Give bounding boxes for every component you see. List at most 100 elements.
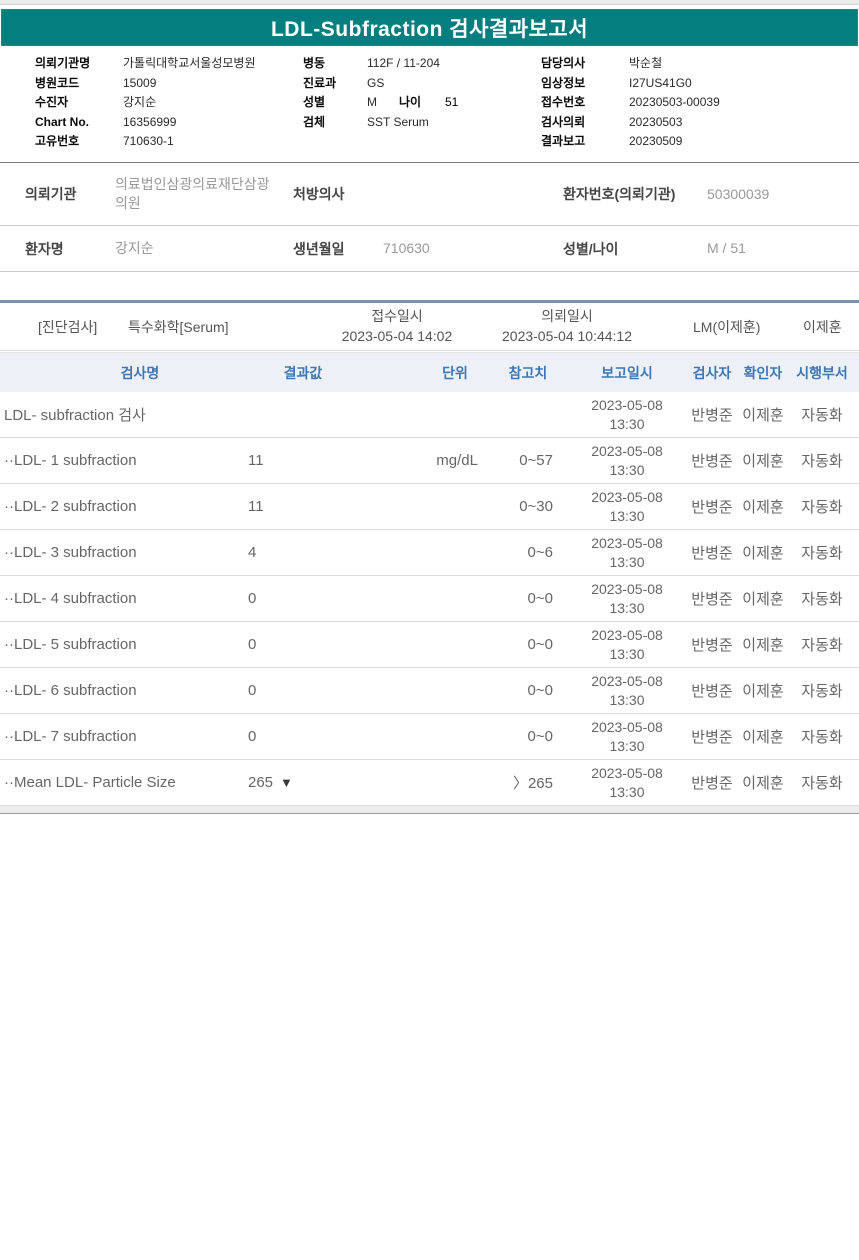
col-reference: 참고치: [508, 365, 548, 381]
table-row: LDL- subfraction 검사 2023-05-08 13:30 반병준…: [0, 392, 859, 438]
test-name-cell: ··LDL- 7 subfraction: [4, 728, 137, 745]
info-label: 의뢰기관명: [35, 56, 91, 70]
confirmer-cell: 이제훈: [742, 683, 784, 700]
result-value: 11: [248, 452, 264, 469]
confirmer-cell: 이제훈: [742, 775, 784, 792]
report-time: 13:30: [609, 507, 645, 524]
info-label: 진료과: [303, 75, 337, 90]
reference-cell: 0~6: [527, 544, 553, 561]
info-row: 검사의뢰 20230503: [541, 113, 851, 133]
report-date: 2023-05-08: [591, 443, 663, 460]
result-cell: 265 ▼: [248, 760, 293, 805]
test-name-cell: ··LDL- 6 subfraction: [4, 682, 137, 699]
patient-row: 환자명 강지순 생년월일 710630 성별/나이 M / 51: [0, 226, 859, 272]
col-result: 결과값: [283, 365, 323, 381]
reference-cell: [468, 392, 553, 437]
info-row: 의뢰기관명 가톨릭대학교서울성모병원: [35, 54, 300, 74]
referral-row: 의뢰기관 의료법인삼광의료재단삼광의원 처방의사 환자번호(의뢰기관) 5030…: [0, 163, 859, 226]
tester-cell: 반병준: [691, 591, 733, 608]
result-value: 11: [248, 498, 264, 515]
tester-cell: 반병준: [691, 683, 733, 700]
report-datetime-cell: 2023-05-08 13:30: [577, 438, 677, 483]
test-name-cell: ··Mean LDL- Particle Size: [4, 774, 176, 791]
report-title: LDL-Subfraction 검사결과보고서: [270, 17, 589, 41]
tester-cell: 반병준: [691, 729, 733, 746]
result-value: 0: [248, 590, 257, 607]
result-value: 0: [248, 728, 257, 745]
received-label: 접수일시: [371, 307, 423, 324]
info-value: 20230503: [629, 114, 683, 129]
department-cell: 자동화: [801, 545, 843, 562]
report-date: 2023-05-08: [591, 397, 663, 414]
info-row: 접수번호 20230503-00039: [541, 93, 851, 113]
reference-cell: 0~0: [527, 728, 553, 745]
department-cell: 자동화: [801, 499, 843, 516]
department-cell: 자동화: [801, 407, 843, 424]
table-row: ··LDL- 6 subfraction 0 0~0 2023-05-08 13…: [0, 668, 859, 714]
report-date: 2023-05-08: [591, 489, 663, 506]
info-row: 담당의사 박순철: [541, 54, 851, 74]
info-value: 16356999: [123, 114, 177, 129]
info-label: 담당의사: [541, 56, 586, 70]
result-cell: [248, 392, 255, 437]
table-row: ··LDL- 3 subfraction 4 0~6 2023-05-08 13…: [0, 530, 859, 576]
info-row: 병동 112F / 11-204: [303, 54, 538, 74]
report-datetime-cell: 2023-05-08 13:30: [577, 714, 677, 759]
reference-cell: 0~57: [519, 452, 553, 469]
results-table-header: 검사명 결과값 단위 참고치 보고일시 검사자 확인자 시행부서: [0, 352, 859, 392]
patient-no-label: 환자번호(의뢰기관): [563, 186, 676, 202]
reference-cell: 〉265: [512, 775, 553, 792]
info-value: SST Serum: [367, 114, 429, 129]
report-date: 2023-05-08: [591, 581, 663, 598]
department-cell: 자동화: [801, 453, 843, 470]
confirmer-cell: 이제훈: [742, 407, 784, 424]
report-time: 13:30: [609, 691, 645, 708]
down-arrow-icon: ▼: [280, 775, 293, 790]
reference-cell: 0~0: [527, 590, 553, 607]
tester-cell: 반병준: [691, 407, 733, 424]
table-bottom-bar: [0, 806, 859, 814]
report-datetime-cell: 2023-05-08 13:30: [577, 392, 677, 437]
tester-cell: 반병준: [691, 637, 733, 654]
order-confirmer: 이제훈: [803, 318, 842, 335]
report-datetime-cell: 2023-05-08 13:30: [577, 576, 677, 621]
confirmer-cell: 이제훈: [742, 637, 784, 654]
info-value: 가톨릭대학교서울성모병원: [123, 56, 256, 70]
confirmer-cell: 이제훈: [742, 499, 784, 516]
confirmer-cell: 이제훈: [742, 453, 784, 470]
tester-cell: 반병준: [691, 499, 733, 516]
test-name-cell: ··LDL- 2 subfraction: [4, 498, 137, 515]
birthdate-value: 710630: [383, 240, 430, 257]
info-value: 710630-1: [123, 134, 174, 148]
table-row: ··LDL- 1 subfraction 11 mg/dL 0~57 2023-…: [0, 438, 859, 484]
col-tester: 검사자: [692, 365, 732, 381]
received-value: 2023-05-04 14:02: [341, 327, 453, 344]
col-department: 시행부서: [796, 365, 848, 381]
report-date: 2023-05-08: [591, 535, 663, 552]
received-datetime: 접수일시 2023-05-04 14:02: [322, 303, 472, 350]
report-date: 2023-05-08: [591, 627, 663, 644]
info-row: Chart No. 16356999: [35, 113, 300, 133]
tester-cell: 반병준: [691, 545, 733, 562]
test-name-cell: ··LDL- 3 subfraction: [4, 544, 137, 561]
info-row: 검체 SST Serum: [303, 113, 538, 133]
info-value: 20230503-00039: [629, 95, 720, 109]
table-row: ··Mean LDL- Particle Size 265 ▼ 〉265 202…: [0, 760, 859, 806]
info-label: 수진자: [35, 95, 69, 109]
order-test-group: 특수화학[Serum]: [128, 318, 229, 335]
referral-org-label: 의뢰기관: [25, 186, 77, 202]
sex-age-value: M / 51: [707, 240, 746, 257]
result-cell: 4: [248, 530, 263, 575]
info-label: 결과보고: [541, 134, 586, 148]
test-name-cell: ··LDL- 5 subfraction: [4, 636, 137, 653]
order-info-bar: [진단검사] 특수화학[Serum] 접수일시 2023-05-04 14:02…: [0, 300, 859, 351]
table-row: ··LDL- 5 subfraction 0 0~0 2023-05-08 13…: [0, 622, 859, 668]
sex-age-label: 성별/나이: [563, 240, 619, 257]
patient-header-group-middle: 병동 112F / 11-204 진료과 GS 성별 M 나이 51 검체 SS…: [303, 54, 538, 132]
info-value: GS: [367, 75, 385, 90]
patient-header-grid: 의뢰기관명 가톨릭대학교서울성모병원 병원코드 15009 수진자 강지순 Ch…: [0, 54, 859, 159]
referral-org-value: 의료법인삼광의료재단삼광의원: [115, 176, 270, 211]
col-test-name: 검사명: [120, 365, 160, 381]
report-date: 2023-05-08: [591, 765, 663, 782]
report-page: LDL-Subfraction 검사결과보고서 의뢰기관명 가톨릭대학교서울성모…: [0, 0, 859, 1260]
